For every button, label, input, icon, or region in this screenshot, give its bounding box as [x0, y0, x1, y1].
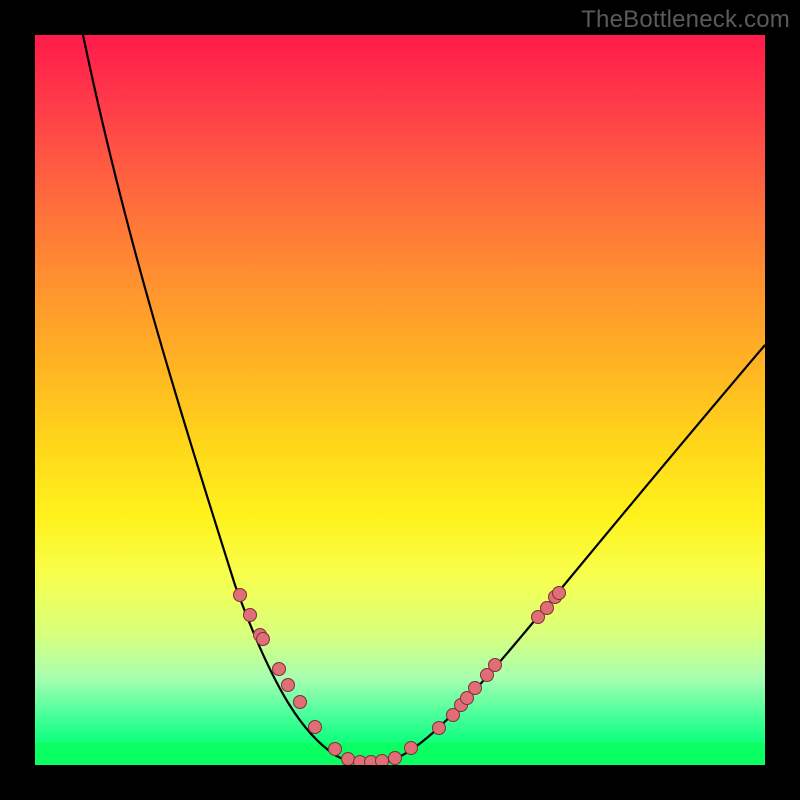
curve-dot	[257, 633, 270, 646]
plot-area	[35, 35, 765, 765]
curve-dot	[541, 602, 554, 615]
dot-group	[234, 587, 566, 766]
bottleneck-curve	[83, 35, 765, 764]
curve-dot	[294, 696, 307, 709]
curve-dot	[489, 659, 502, 672]
curve-dot	[433, 722, 446, 735]
chart-frame: TheBottleneck.com	[0, 0, 800, 800]
curve-dot	[469, 682, 482, 695]
curve-dot	[389, 752, 402, 765]
curve-dot	[282, 679, 295, 692]
curve-dot	[309, 721, 322, 734]
curve-dot	[342, 753, 355, 766]
watermark-text: TheBottleneck.com	[581, 6, 790, 34]
curve-dot	[244, 609, 257, 622]
chart-overlay	[35, 35, 765, 765]
curve-dot	[329, 743, 342, 756]
curve-dot	[553, 587, 566, 600]
curve-dot	[234, 589, 247, 602]
curve-dot	[376, 755, 389, 766]
curve-dot	[273, 663, 286, 676]
curve-dot	[405, 742, 418, 755]
